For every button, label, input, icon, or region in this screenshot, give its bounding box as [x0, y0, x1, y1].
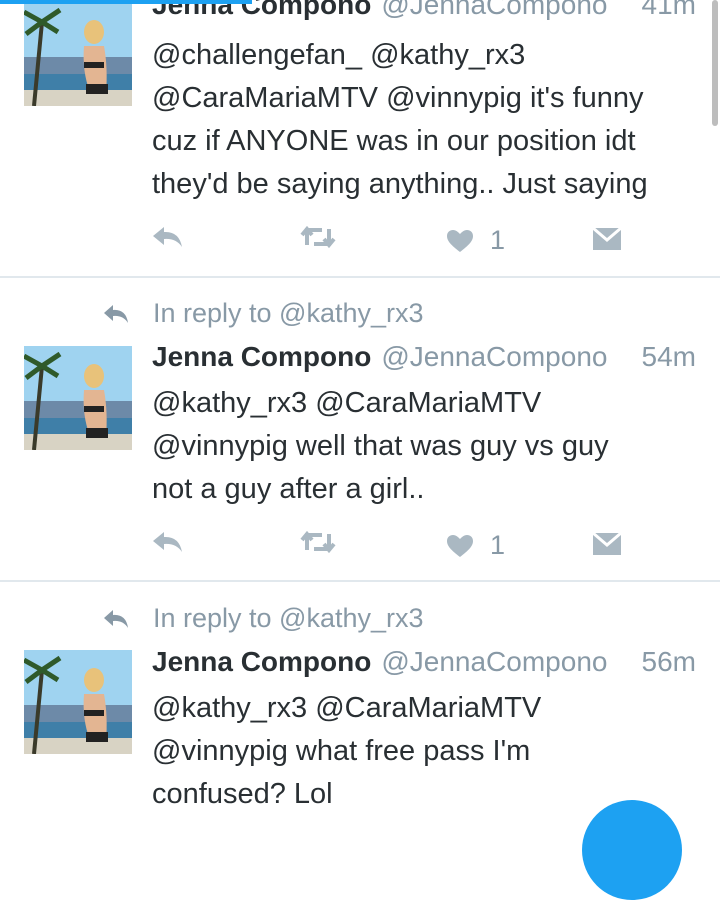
tweet-text-line: they'd be saying anything.. Just saying	[152, 168, 648, 200]
direct-message-button[interactable]	[592, 530, 622, 556]
reply-arrow-icon	[104, 304, 128, 323]
direct-message-button[interactable]	[592, 225, 622, 251]
tweet-text-line: @vinnypig well that was guy vs guy	[152, 430, 609, 462]
reply-button[interactable]	[152, 225, 184, 249]
avatar[interactable]	[24, 650, 132, 754]
in-reply-to-text[interactable]: In reply to @kathy_rx3	[153, 298, 424, 329]
heart-icon	[447, 229, 473, 252]
like-count: 1	[490, 225, 506, 255]
author-handle[interactable]: @JennaCompono	[381, 646, 607, 678]
message-icon	[592, 531, 622, 555]
tweet-text-line: @kathy_rx3 @CaraMariaMTV	[152, 692, 542, 724]
tweet-text-line: @challengefan_ @kathy_rx3	[152, 39, 526, 71]
in-reply-to-text[interactable]: In reply to @kathy_rx3	[153, 603, 424, 634]
timestamp[interactable]: 56m	[642, 646, 696, 678]
like-count: 1	[490, 530, 506, 560]
tweet-header: Jenna Compono @JennaCompono 56m	[152, 646, 696, 678]
like-button[interactable]: 1	[446, 530, 505, 561]
heart-icon	[447, 534, 473, 557]
reply-icon	[153, 227, 182, 247]
in-reply-to[interactable]: In reply to @kathy_rx3	[103, 298, 424, 329]
author-handle[interactable]: @JennaCompono	[381, 341, 607, 373]
tweet-text-line: not a guy after a girl..	[152, 473, 425, 505]
tweet-text-line: @kathy_rx3 @CaraMariaMTV	[152, 387, 542, 419]
compose-tweet-button[interactable]	[582, 800, 682, 900]
author-name[interactable]: Jenna Compono	[152, 341, 371, 373]
reply-button[interactable]	[152, 530, 184, 554]
tweet-1[interactable]: Jenna Compono @JennaCompono 41m @challen…	[0, 0, 720, 278]
retweet-button[interactable]	[300, 225, 336, 249]
tweet-text-line: cuz if ANYONE was in our position idt	[152, 125, 636, 157]
in-reply-to[interactable]: In reply to @kathy_rx3	[103, 603, 424, 634]
tweet-header: Jenna Compono @JennaCompono 54m	[152, 341, 696, 373]
like-button[interactable]: 1	[446, 225, 505, 256]
author-handle[interactable]: @JennaCompono	[381, 0, 607, 21]
tweet-2[interactable]: In reply to @kathy_rx3 Jenna Compono @Je…	[0, 278, 720, 582]
message-icon	[592, 226, 622, 250]
author-name[interactable]: Jenna Compono	[152, 646, 371, 678]
tweet-text-line: @CaraMariaMTV @vinnypig it's funny	[152, 82, 644, 114]
retweet-icon	[300, 530, 336, 554]
loading-progress-bar	[0, 0, 252, 4]
reply-arrow-icon	[104, 609, 128, 628]
retweet-button[interactable]	[300, 530, 336, 554]
tweet-text: @kathy_rx3 @CaraMariaMTV @vinnypig what …	[152, 687, 702, 816]
tweet-actions: 1	[152, 225, 632, 257]
tweet-text: @kathy_rx3 @CaraMariaMTV @vinnypig well …	[152, 382, 702, 511]
timestamp[interactable]: 41m	[642, 0, 696, 21]
tweet-text: @challengefan_ @kathy_rx3 @CaraMariaMTV …	[152, 34, 702, 206]
tweet-actions: 1	[152, 530, 632, 562]
tweet-text-line: @vinnypig what free pass I'm	[152, 735, 531, 767]
avatar[interactable]	[24, 2, 132, 106]
retweet-icon	[300, 225, 336, 249]
scrollbar[interactable]	[712, 0, 718, 126]
avatar[interactable]	[24, 346, 132, 450]
reply-icon	[153, 532, 182, 552]
timestamp[interactable]: 54m	[642, 341, 696, 373]
